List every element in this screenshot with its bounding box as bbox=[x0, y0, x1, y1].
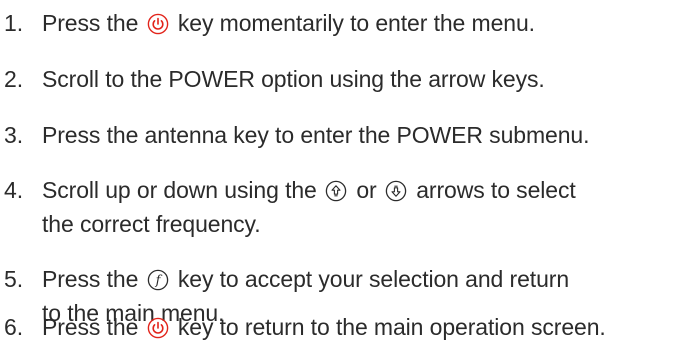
power-icon bbox=[147, 317, 169, 339]
step-text: Press the key to return to the main oper… bbox=[42, 312, 674, 342]
step-text: Scroll up or down using the or arrows to… bbox=[42, 175, 674, 243]
step-text-before: Press the bbox=[42, 266, 139, 292]
step-text-part-2: or bbox=[356, 177, 377, 203]
step-number: 6. bbox=[4, 314, 23, 340]
step-text: Press the key momentarily to enter the m… bbox=[42, 8, 674, 38]
step-line-2: the correct frequency. bbox=[42, 211, 261, 237]
step-text-before: Press the bbox=[42, 314, 139, 340]
step-text: Press the antenna key to enter the POWER… bbox=[42, 122, 590, 148]
svg-text:f: f bbox=[154, 274, 162, 289]
step-number: 2. bbox=[4, 66, 23, 92]
step-text-part-1: Scroll up or down using the bbox=[42, 177, 317, 203]
step-number: 5. bbox=[4, 266, 23, 292]
step-text-part-3: arrows to select bbox=[416, 177, 576, 203]
power-icon bbox=[147, 13, 169, 35]
step-text-after: key momentarily to enter the menu. bbox=[177, 10, 535, 36]
step-line-1: Press the f key to accept your selection… bbox=[42, 264, 674, 298]
step-number: 3. bbox=[4, 122, 23, 148]
step-text: Scroll to the POWER option using the arr… bbox=[42, 66, 545, 92]
step-number: 1. bbox=[4, 10, 23, 36]
step-line-1: Scroll up or down using the or arrows to… bbox=[42, 175, 674, 209]
step-text-after: key to return to the main operation scre… bbox=[177, 314, 606, 340]
arrow-up-icon bbox=[325, 180, 347, 202]
step-text-before: Press the bbox=[42, 10, 139, 36]
step-number: 4. bbox=[4, 177, 23, 203]
function-icon: f bbox=[147, 269, 169, 291]
arrow-down-icon bbox=[385, 180, 407, 202]
step-text-after: key to accept your selection and return bbox=[177, 266, 570, 292]
